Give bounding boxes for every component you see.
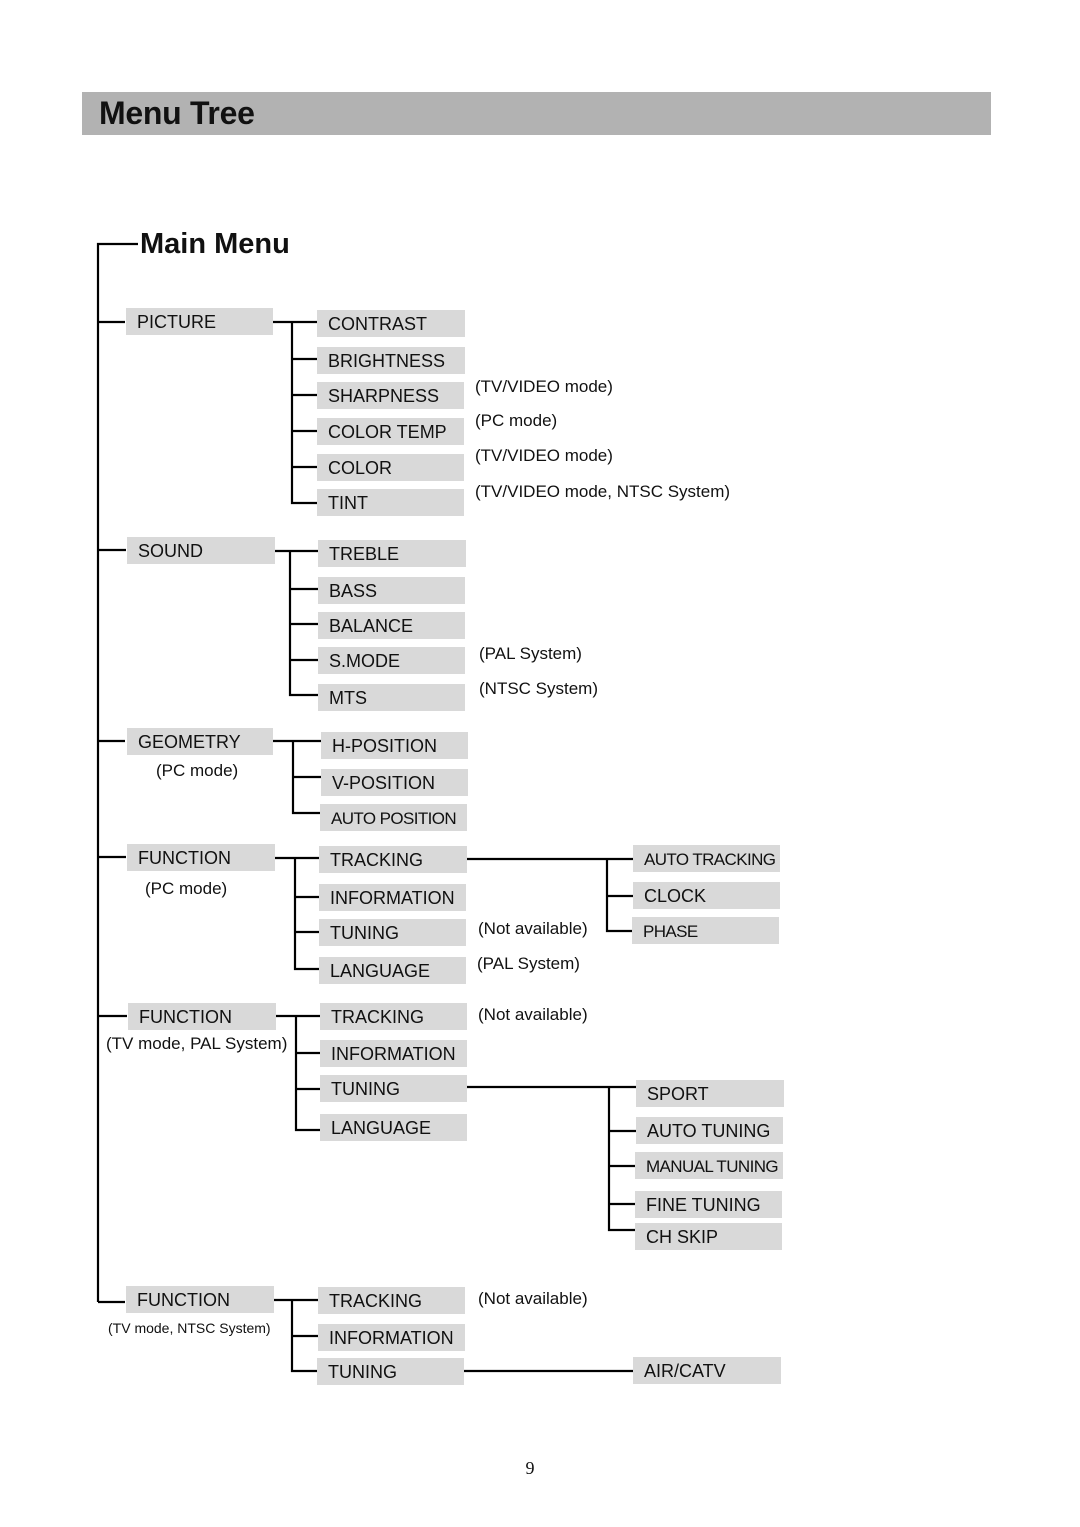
- menu-fine-tuning[interactable]: FINE TUNING: [635, 1191, 782, 1218]
- menu-s-mode[interactable]: S.MODE: [318, 647, 465, 674]
- menu-bass[interactable]: BASS: [318, 577, 465, 604]
- menu-auto-tracking[interactable]: AUTO TRACKING: [633, 845, 780, 872]
- menu-sharpness[interactable]: SHARPNESS: [317, 382, 464, 409]
- note-pc-language: (PAL System): [477, 954, 580, 973]
- menu-sport[interactable]: SPORT: [636, 1080, 784, 1107]
- note-ntsc-tracking: (Not available): [478, 1289, 588, 1308]
- note-geometry: (PC mode): [156, 761, 239, 780]
- menu-color-temp[interactable]: COLOR TEMP: [317, 418, 464, 445]
- menu-pal-information[interactable]: INFORMATION: [320, 1040, 467, 1067]
- menu-ntsc-information[interactable]: INFORMATION: [318, 1324, 465, 1351]
- menu-h-position[interactable]: H-POSITION: [321, 732, 468, 759]
- root-trunk-line: [96, 242, 138, 1302]
- menu-function-pc[interactable]: FUNCTION: [127, 844, 275, 871]
- menu-sound[interactable]: SOUND: [127, 537, 275, 564]
- note-color: (TV/VIDEO mode): [475, 446, 613, 465]
- menu-ntsc-tuning[interactable]: TUNING: [317, 1358, 464, 1385]
- menu-function-tv-pal[interactable]: FUNCTION: [128, 1003, 276, 1030]
- note-color-temp: (PC mode): [475, 411, 558, 430]
- menu-manual-tuning[interactable]: MANUAL TUNING: [635, 1152, 783, 1179]
- menu-pal-language[interactable]: LANGUAGE: [320, 1114, 467, 1141]
- menu-contrast[interactable]: CONTRAST: [317, 310, 465, 337]
- menu-ch-skip[interactable]: CH SKIP: [635, 1223, 782, 1250]
- note-mts: (NTSC System): [479, 679, 598, 698]
- menu-v-position[interactable]: V-POSITION: [321, 769, 468, 796]
- note-function-tv-ntsc: (TV mode, NTSC System): [108, 1320, 271, 1336]
- note-pal-tracking: (Not available): [478, 1005, 588, 1024]
- menu-phase[interactable]: PHASE: [632, 917, 779, 944]
- note-s-mode: (PAL System): [479, 644, 582, 663]
- menu-pal-tracking[interactable]: TRACKING: [320, 1003, 467, 1030]
- menu-auto-position[interactable]: AUTO POSITION: [320, 804, 467, 831]
- menu-ntsc-tracking[interactable]: TRACKING: [318, 1287, 465, 1314]
- note-function-pc: (PC mode): [145, 879, 228, 898]
- menu-pc-tracking[interactable]: TRACKING: [319, 846, 467, 873]
- menu-balance[interactable]: BALANCE: [318, 612, 465, 639]
- note-tint: (TV/VIDEO mode, NTSC System): [475, 482, 731, 501]
- menu-mts[interactable]: MTS: [318, 684, 465, 711]
- menu-pal-tuning[interactable]: TUNING: [320, 1075, 467, 1102]
- note-sharpness: (TV/VIDEO mode): [475, 377, 613, 396]
- menu-clock[interactable]: CLOCK: [633, 882, 780, 909]
- menu-function-tv-ntsc[interactable]: FUNCTION: [126, 1286, 274, 1313]
- page-number: 9: [525, 1458, 535, 1478]
- menu-treble[interactable]: TREBLE: [318, 540, 466, 567]
- menu-auto-tuning[interactable]: AUTO TUNING: [636, 1117, 783, 1144]
- menu-pc-language[interactable]: LANGUAGE: [319, 957, 466, 984]
- note-function-tv-pal: (TV mode, PAL System): [106, 1034, 288, 1053]
- menu-pc-tuning[interactable]: TUNING: [319, 919, 466, 946]
- menu-geometry[interactable]: GEOMETRY: [127, 728, 273, 755]
- menu-pc-information[interactable]: INFORMATION: [319, 884, 466, 911]
- menu-air-catv[interactable]: AIR/CATV: [633, 1357, 781, 1384]
- menu-color[interactable]: COLOR: [317, 454, 464, 481]
- note-pc-tuning: (Not available): [478, 919, 588, 938]
- menu-tint[interactable]: TINT: [317, 489, 464, 516]
- menu-brightness[interactable]: BRIGHTNESS: [317, 347, 465, 374]
- menu-picture[interactable]: PICTURE: [126, 308, 273, 335]
